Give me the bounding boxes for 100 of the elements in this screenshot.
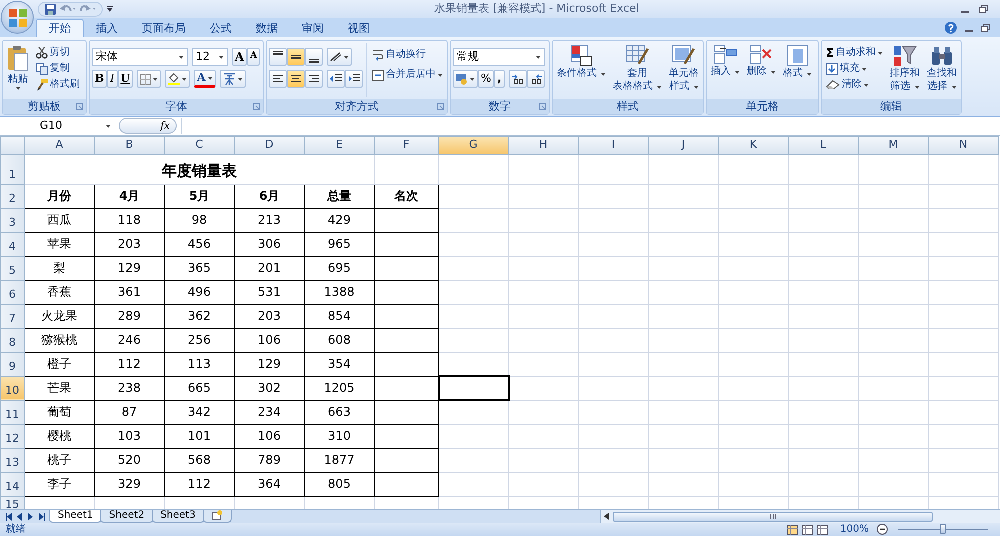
save-button[interactable]	[45, 4, 56, 14]
sheet-tab[interactable]: Sheet2	[100, 510, 154, 523]
row-header[interactable]: 5	[0, 256, 24, 280]
column-header[interactable]: K	[718, 136, 788, 154]
cell-button[interactable]: 单元格 样式	[667, 43, 701, 97]
restore-button[interactable]	[979, 5, 988, 13]
column-header[interactable]: A	[24, 136, 94, 154]
column-header[interactable]: L	[788, 136, 858, 154]
column-header[interactable]: B	[94, 136, 164, 154]
selected-cell[interactable]	[438, 376, 508, 400]
phonetic-button[interactable]	[220, 70, 246, 88]
decrease-decimal-button[interactable]	[526, 70, 545, 88]
row-header[interactable]: 15	[0, 496, 24, 509]
row-header[interactable]: 2	[0, 184, 24, 208]
row-header[interactable]: 11	[0, 400, 24, 424]
font-size-field[interactable]: 12	[192, 48, 228, 66]
sheet-last-button[interactable]	[39, 512, 45, 520]
ribbon-tab[interactable]: 数据	[244, 19, 290, 37]
row-header[interactable]: 6	[0, 280, 24, 304]
row-header[interactable]: 10	[0, 376, 24, 400]
delete-button[interactable]: 删除	[745, 43, 778, 97]
ribbon-tab[interactable]: 开始	[36, 19, 84, 37]
grow-font-button[interactable]: A	[232, 48, 248, 66]
find-button[interactable]: 查找和 选择	[925, 43, 960, 97]
painter-button[interactable]: 格式刷	[34, 79, 82, 91]
sheet-tab[interactable]: Sheet1	[49, 510, 102, 523]
row-header[interactable]: 8	[0, 328, 24, 352]
column-header[interactable]: D	[234, 136, 304, 154]
italic-button[interactable]: I	[107, 70, 118, 88]
percent-button[interactable]: %	[478, 70, 494, 88]
ribbon-tab[interactable]: 页面布局	[130, 19, 198, 37]
ribbon-tab[interactable]: 插入	[84, 19, 130, 37]
insert-sheet-button[interactable]	[202, 510, 232, 523]
conditional-button[interactable]: 条件格式	[555, 43, 608, 97]
vertical-align-button[interactable]	[269, 48, 287, 66]
bold-button[interactable]: B	[92, 70, 108, 88]
customize-toolbar-button[interactable]	[107, 6, 113, 12]
normal-view-button[interactable]	[787, 524, 798, 534]
row-header[interactable]: 3	[0, 208, 24, 232]
cut-button[interactable]: 剪切	[34, 47, 82, 59]
horizontal-align-button[interactable]	[305, 70, 323, 88]
zoom-out-button[interactable]	[877, 524, 888, 535]
font-color-button[interactable]: A	[194, 70, 216, 88]
fill-color-button[interactable]	[165, 70, 190, 88]
row-header[interactable]: 7	[0, 304, 24, 328]
insert-button[interactable]: 插入	[709, 43, 742, 97]
paste-button[interactable]: 粘贴	[5, 43, 31, 97]
ribbon-tab[interactable]: 公式	[198, 19, 244, 37]
decrease-indent-button[interactable]	[327, 70, 345, 88]
number-format-field[interactable]: 常规	[453, 48, 545, 66]
horizontal-align-button[interactable]	[269, 70, 287, 88]
help-button[interactable]	[945, 22, 957, 34]
ribbon-tab[interactable]: 视图	[336, 19, 382, 37]
scroll-left-button[interactable]	[604, 513, 609, 520]
row-header[interactable]: 14	[0, 472, 24, 496]
row-header[interactable]: 1	[0, 154, 24, 184]
clear-button[interactable]: 清除	[824, 79, 886, 91]
row-header[interactable]: 12	[0, 424, 24, 448]
zoom-slider-thumb[interactable]	[940, 524, 946, 534]
shrink-font-button[interactable]: A	[247, 48, 260, 66]
column-header[interactable]: M	[858, 136, 928, 154]
column-header[interactable]: G	[438, 136, 508, 154]
row-header[interactable]: 4	[0, 232, 24, 256]
vertical-align-button[interactable]	[287, 48, 305, 66]
scroll-thumb[interactable]	[613, 512, 933, 522]
sort-button[interactable]: 排序和 筛选	[888, 43, 922, 97]
row-header[interactable]: 9	[0, 352, 24, 376]
column-header[interactable]: J	[648, 136, 718, 154]
format-button[interactable]: 格式	[781, 43, 814, 97]
column-header[interactable]: E	[304, 136, 374, 154]
orientation-button[interactable]	[327, 48, 352, 66]
horizontal-align-button[interactable]	[287, 70, 305, 88]
accounting-format-button[interactable]	[453, 70, 478, 88]
underline-button[interactable]: U	[118, 70, 134, 88]
column-header[interactable]: I	[578, 136, 648, 154]
office-button[interactable]	[1, 1, 34, 34]
column-header[interactable]: C	[164, 136, 234, 154]
sheet-prev-button[interactable]	[17, 512, 23, 520]
borders-button[interactable]	[137, 70, 162, 88]
page-break-view-button[interactable]	[817, 524, 828, 534]
increase-decimal-button[interactable]	[508, 70, 527, 88]
sum-button[interactable]: Σ 自动求和	[824, 47, 886, 59]
column-header[interactable]: F	[374, 136, 438, 154]
copy-button[interactable]: 复制	[34, 63, 82, 75]
increase-indent-button[interactable]	[345, 70, 363, 88]
restore-button[interactable]	[981, 24, 990, 32]
table-button[interactable]: 套用 表格格式	[611, 43, 664, 97]
sheet-tab[interactable]: Sheet3	[152, 510, 205, 523]
wrap-text-button[interactable]: 自动换行	[370, 49, 445, 61]
row-header[interactable]: 13	[0, 448, 24, 472]
column-header[interactable]: N	[928, 136, 998, 154]
font-name-field[interactable]: 宋体	[92, 48, 188, 66]
ribbon-tab[interactable]: 审阅	[290, 19, 336, 37]
column-header[interactable]: H	[508, 136, 578, 154]
vertical-align-button[interactable]	[305, 48, 323, 66]
insert-function-button[interactable]: fx	[119, 118, 177, 134]
merge-center-button[interactable]: 合并后居中	[370, 69, 445, 81]
sheet-first-button[interactable]	[6, 512, 12, 520]
sheet-next-button[interactable]	[28, 512, 34, 520]
comma-style-button[interactable]: ,	[494, 70, 505, 88]
